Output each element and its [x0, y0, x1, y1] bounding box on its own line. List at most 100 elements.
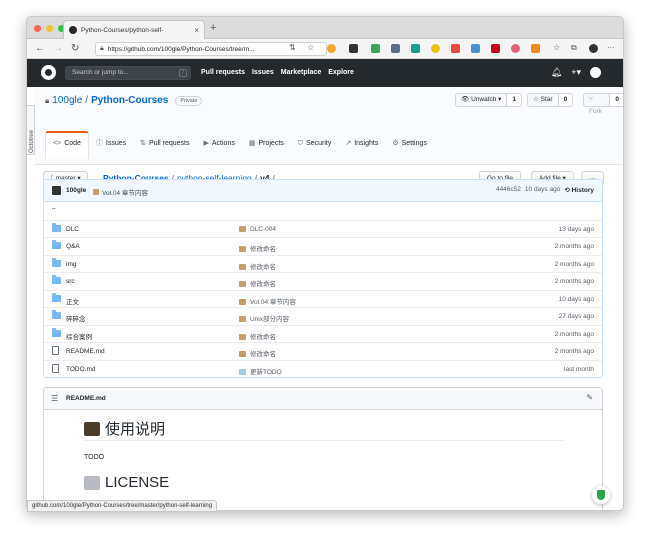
edit-pencil-icon[interactable]: ✎ [586, 393, 593, 402]
extension-icon[interactable] [411, 44, 420, 53]
tab-code[interactable]: <> Code [45, 131, 89, 159]
file-row[interactable]: src 修改命名 2 months ago [44, 272, 602, 290]
forward-arrow-icon[interactable]: → [53, 43, 63, 55]
extension-icon[interactable] [431, 44, 440, 53]
file-icon [52, 363, 59, 374]
extension-icon[interactable] [371, 44, 380, 53]
security-shield-icon[interactable] [592, 486, 610, 504]
file-row[interactable]: 碎碎念 Unix部分内容 27 days ago [44, 307, 602, 325]
file-row[interactable]: img 修改命名 2 months ago [44, 254, 602, 273]
tab-projects[interactable]: ▦ Projects [242, 137, 291, 159]
file-name[interactable]: Q&A [66, 243, 80, 250]
file-row[interactable]: Q&A 修改命名 2 months ago [44, 237, 602, 255]
author-avatar[interactable] [52, 186, 61, 195]
user-avatar[interactable] [590, 67, 601, 78]
new-tab-button[interactable]: + [210, 22, 216, 34]
nav-issues[interactable]: Issues [252, 69, 274, 76]
file-row[interactable]: 正文 Vol.04 章节内容 10 days ago [44, 289, 602, 308]
extension-icon[interactable] [511, 44, 520, 53]
octotree-toggle[interactable]: Octotree [27, 105, 35, 155]
list-icon[interactable]: ☰ [51, 394, 58, 403]
close-window-button[interactable] [34, 25, 41, 32]
file-commit-message[interactable]: 修改命名 [239, 331, 276, 341]
file-commit-message[interactable]: 修改命名 [239, 243, 276, 253]
translate-icon[interactable]: ⇅ [289, 42, 296, 54]
browser-tab[interactable]: Python-Courses/python-self- × [63, 20, 205, 39]
file-commit-message[interactable]: Vol.04 章节内容 [239, 296, 296, 306]
file-name[interactable]: 综合案例 [66, 331, 92, 341]
tab-actions[interactable]: ▶ Actions [197, 137, 242, 159]
nav-pull-requests[interactable]: Pull requests [201, 69, 245, 76]
create-new-plus-icon[interactable]: +▾ [571, 67, 581, 78]
tab-security[interactable]: ⛉ Security [291, 137, 339, 159]
tab-insights[interactable]: ↗ Insights [338, 137, 385, 159]
commit-author[interactable]: 100gle [66, 187, 86, 194]
extension-icon[interactable] [531, 44, 540, 53]
extension-icon[interactable] [327, 44, 336, 53]
readme-heading-license: LICENSE [84, 474, 169, 491]
github-logo-icon[interactable] [41, 65, 56, 80]
stars-count[interactable]: 0 [558, 93, 574, 107]
tab-close-icon[interactable]: × [194, 26, 199, 35]
parent-directory-link[interactable]: .. [52, 204, 56, 211]
file-name[interactable]: README.md [66, 348, 105, 355]
repo-owner-link[interactable]: 100gle [52, 95, 82, 106]
file-commit-message[interactable]: 修改命名 [239, 261, 276, 271]
file-name[interactable]: img [66, 261, 76, 268]
file-commit-message[interactable]: 修改命名 [239, 348, 276, 358]
file-age: 10 days ago [558, 295, 594, 303]
commit-message[interactable]: Vol.04 章节内容 [93, 187, 148, 197]
back-arrow-icon[interactable]: ← [35, 43, 45, 55]
tab-pull-requests[interactable]: ⇅ Pull requests [133, 137, 196, 159]
unwatch-button[interactable]: 👁︎ Unwatch ▾ [455, 93, 508, 107]
repo-name-link[interactable]: Python-Courses [91, 95, 168, 106]
file-name[interactable]: DLC [66, 226, 79, 233]
fork-button[interactable]: ⑂ Fork [583, 93, 611, 115]
file-name[interactable]: 正文 [66, 296, 79, 306]
file-commit-message[interactable]: DLC-004 [239, 225, 277, 233]
bookmark-star-icon[interactable]: ☆ [307, 42, 314, 54]
file-commit-message[interactable]: Unix部分内容 [239, 313, 289, 323]
tab-settings[interactable]: ⚙ Settings [385, 137, 434, 159]
file-row[interactable]: TODO.md 更新TODO last month [44, 359, 602, 378]
commit-meta: 4446c52 10 days ago ⟲ History [496, 186, 594, 194]
file-row[interactable]: 综合案例 修改命名 2 months ago [44, 324, 602, 343]
file-name[interactable]: src [66, 278, 75, 285]
extension-icon[interactable] [349, 44, 358, 53]
commit-hash[interactable]: 4446c52 [496, 186, 521, 194]
parent-directory-row[interactable]: .. [44, 202, 602, 220]
message-text: DLC-004 [250, 225, 277, 233]
nav-explore[interactable]: Explore [328, 69, 354, 76]
extension-icon[interactable] [491, 44, 500, 53]
tab-issues[interactable]: ⓘ Issues [89, 137, 133, 159]
file-commit-message[interactable]: 修改命名 [239, 278, 276, 288]
unwatch-button-group: 👁︎ Unwatch ▾ 1 [455, 93, 523, 107]
collections-icon[interactable]: ⧉ [571, 42, 577, 54]
watchers-count[interactable]: 1 [507, 93, 523, 107]
profile-avatar[interactable] [589, 44, 598, 53]
reload-icon[interactable]: ↻ [71, 43, 79, 55]
extension-icon[interactable] [451, 44, 460, 53]
bookmarks-icon[interactable]: ☆ [553, 42, 560, 54]
more-menu-icon[interactable]: ··· [607, 42, 615, 54]
file-name[interactable]: 碎碎念 [66, 313, 86, 323]
file-commit-message[interactable]: 更新TODO [239, 366, 282, 376]
file-row[interactable]: README.md 修改命名 2 months ago [44, 342, 602, 360]
github-header: Search or jump to... / Pull requests Iss… [27, 59, 623, 87]
forks-count[interactable]: 0 [610, 93, 623, 107]
extension-icon[interactable] [391, 44, 400, 53]
history-link[interactable]: ⟲ History [564, 186, 594, 194]
star-button-group: ☆ Star 0 [527, 93, 574, 107]
file-age: 2 months ago [554, 330, 594, 338]
header-actions: 🔔︎ +▾ [551, 67, 601, 78]
search-input[interactable]: Search or jump to... / [65, 66, 191, 80]
star-button[interactable]: ☆ Star [527, 93, 559, 107]
notification-bell-icon[interactable]: 🔔︎ [551, 67, 562, 78]
message-text: Unix部分内容 [250, 316, 290, 323]
readme-filename: README.md [66, 395, 106, 402]
file-row[interactable]: DLC DLC-004 13 days ago [44, 219, 602, 238]
nav-marketplace[interactable]: Marketplace [281, 69, 321, 76]
file-name[interactable]: TODO.md [66, 366, 96, 373]
extension-icon[interactable] [471, 44, 480, 53]
minimize-window-button[interactable] [46, 25, 53, 32]
